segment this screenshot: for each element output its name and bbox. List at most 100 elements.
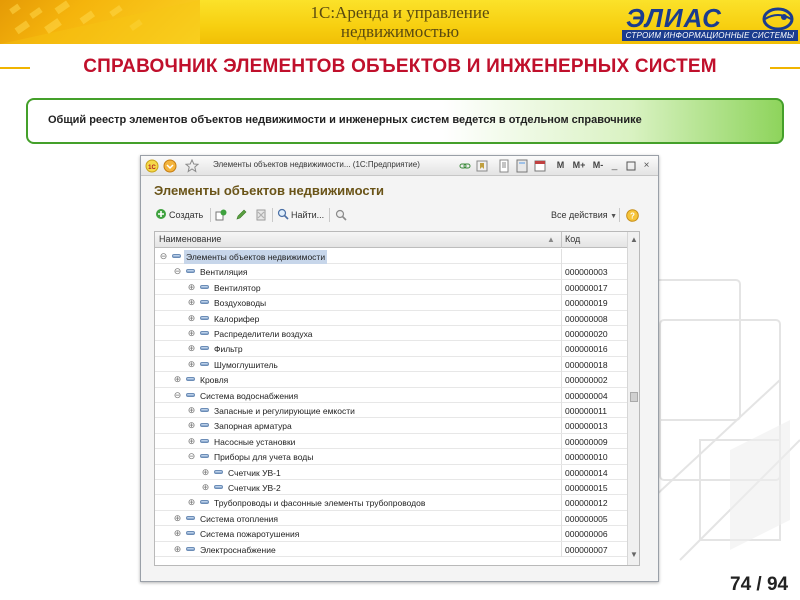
expand-toggle-icon[interactable]: ⊕ [201, 467, 210, 477]
catalog-item-icon [186, 531, 195, 536]
row-name-cell: Счетчик УВ-1 [228, 467, 281, 478]
app-title-line2: недвижимостью [340, 22, 460, 41]
link-icon[interactable] [458, 159, 472, 173]
collapse-toggle-icon[interactable]: ⊖ [159, 252, 168, 261]
mark-deletion-icon[interactable] [255, 209, 267, 221]
column-header-name[interactable]: Наименование [159, 234, 221, 244]
sort-triangle-icon[interactable]: ▲ [547, 235, 555, 244]
expand-toggle-icon[interactable]: ⊕ [187, 282, 196, 292]
collapse-toggle-icon[interactable]: ⊖ [173, 267, 182, 276]
catalog-item-icon [200, 315, 209, 320]
table-row[interactable]: ⊖ Вентиляция 000000003 [155, 264, 627, 280]
document-icon[interactable] [497, 159, 511, 173]
table-row[interactable]: ⊖ Элементы объектов недвижимости [155, 249, 627, 265]
table-row[interactable]: ⊕ Распределители воздуха 000000020 [155, 326, 627, 342]
memory-store-button[interactable]: M [554, 159, 567, 172]
column-divider [561, 510, 562, 526]
edit-pencil-icon[interactable] [235, 209, 247, 221]
row-name-cell: Система пожаротушения [200, 529, 300, 540]
expand-toggle-icon[interactable]: ⊕ [187, 359, 196, 369]
favorite-star-icon[interactable] [185, 159, 199, 173]
row-code-cell: 000000007 [565, 544, 608, 555]
row-code-cell: 000000009 [565, 436, 608, 447]
info-note: Общий реестр элементов объектов недвижим… [26, 98, 784, 144]
column-divider [561, 449, 562, 465]
table-row[interactable]: ⊕ Трубопроводы и фасонные элементы трубоп… [155, 495, 627, 511]
expand-toggle-icon[interactable]: ⊕ [173, 375, 182, 384]
find-button[interactable]: Найти... [277, 207, 324, 223]
catalog-item-icon [172, 254, 181, 258]
elements-table: Наименование ▲ Код ⊖ Элементы объектов не… [154, 231, 640, 566]
expand-toggle-icon[interactable]: ⊕ [173, 513, 182, 523]
column-divider [561, 495, 562, 511]
form-title: Элементы объектов недвижимости [154, 183, 384, 198]
row-code-cell: 000000015 [565, 483, 608, 493]
row-code-cell: 000000014 [565, 467, 608, 478]
help-icon[interactable]: ? [626, 209, 639, 222]
table-row[interactable]: ⊕ Электроснабжение 000000007 [155, 541, 627, 557]
scroll-down-icon[interactable]: ▼ [630, 550, 638, 559]
expand-toggle-icon[interactable]: ⊕ [187, 298, 196, 307]
scroll-thumb[interactable] [630, 392, 638, 402]
row-code-cell: 000000008 [565, 313, 608, 324]
expand-toggle-icon[interactable]: ⊕ [173, 529, 182, 538]
expand-toggle-icon[interactable]: ⊕ [187, 436, 196, 446]
table-row[interactable]: ⊕ Насосные установки 000000009 [155, 433, 627, 450]
expand-toggle-icon[interactable]: ⊕ [173, 544, 182, 554]
table-row[interactable]: ⊕ Система пожаротушения 000000006 [155, 526, 627, 542]
column-header-code[interactable]: Код [565, 234, 580, 244]
create-button[interactable]: Создать [155, 207, 203, 223]
menu-arrow-icon[interactable] [163, 159, 177, 173]
table-row[interactable]: ⊕ Счетчик УВ-1 000000014 [155, 464, 627, 480]
scroll-up-icon[interactable]: ▲ [630, 235, 638, 244]
table-row[interactable]: ⊕ Запасные и регулирующие емкости 00000001… [155, 403, 627, 419]
row-name-cell: Система отопления [200, 513, 278, 524]
expand-toggle-icon[interactable]: ⊕ [187, 344, 196, 353]
cancel-search-icon[interactable] [335, 209, 347, 221]
row-code-cell: 000000018 [565, 359, 608, 370]
table-row[interactable]: ⊖ Приборы для учета воды 000000010 [155, 449, 627, 465]
catalog-item-icon [200, 284, 209, 289]
expand-toggle-icon[interactable]: ⊕ [187, 421, 196, 430]
collapse-toggle-icon[interactable]: ⊖ [187, 452, 196, 461]
all-actions-menu[interactable]: Все действия ▼ [551, 207, 617, 223]
row-name-cell: Счетчик УВ-2 [228, 483, 281, 493]
column-divider [561, 249, 562, 264]
table-row[interactable]: ⊕ Шумоглушитель 000000018 [155, 356, 627, 373]
table-row[interactable]: ⊕ Счетчик УВ-2 000000015 [155, 480, 627, 496]
row-name-cell: Электроснабжение [200, 544, 276, 555]
column-divider [561, 264, 562, 280]
expand-toggle-icon[interactable]: ⊕ [187, 329, 196, 338]
column-divider [561, 464, 562, 480]
maximize-icon[interactable] [624, 159, 638, 173]
table-row[interactable]: ⊕ Запорная арматура 000000013 [155, 418, 627, 434]
memory-add-button[interactable]: M+ [570, 159, 588, 172]
table-row[interactable]: ⊕ Воздуховоды 000000019 [155, 295, 627, 311]
company-logo: ЭЛИАС СТРОИМ ИНФОРМАЦИОННЫЕ СИСТЕМЫ [612, 3, 798, 41]
bookmark-icon[interactable] [475, 159, 489, 173]
memory-subtract-button[interactable]: M- [590, 159, 606, 172]
table-row[interactable]: ⊖ Система водоснабжения 000000004 [155, 387, 627, 403]
copy-icon[interactable] [215, 209, 227, 221]
close-button[interactable]: × [640, 159, 653, 172]
expand-toggle-icon[interactable]: ⊕ [201, 483, 210, 492]
catalog-item-icon [200, 346, 209, 351]
expand-toggle-icon[interactable]: ⊕ [187, 406, 196, 415]
table-row[interactable]: ⊕ Калорифер 000000008 [155, 310, 627, 326]
plus-circle-icon [156, 209, 166, 219]
expand-toggle-icon[interactable]: ⊕ [187, 313, 196, 323]
minimize-button[interactable]: _ [608, 159, 621, 172]
column-divider [561, 403, 562, 418]
svg-text:1С: 1С [148, 165, 156, 171]
expand-toggle-icon[interactable]: ⊕ [187, 498, 196, 507]
calendar-icon[interactable] [533, 159, 547, 173]
table-row[interactable]: ⊕ Фильтр 000000016 [155, 341, 627, 357]
collapse-toggle-icon[interactable]: ⊖ [173, 390, 182, 400]
row-code-cell: 000000005 [565, 513, 608, 524]
table-row[interactable]: ⊕ Система отопления 000000005 [155, 510, 627, 527]
table-row[interactable]: ⊕ Вентилятор 000000017 [155, 279, 627, 296]
calculator-icon[interactable] [515, 159, 529, 173]
vertical-scrollbar[interactable]: ▲ ▼ [627, 232, 639, 565]
app-title-line1: 1С:Аренда и управление [310, 3, 490, 22]
table-row[interactable]: ⊕ Кровля 000000002 [155, 372, 627, 388]
